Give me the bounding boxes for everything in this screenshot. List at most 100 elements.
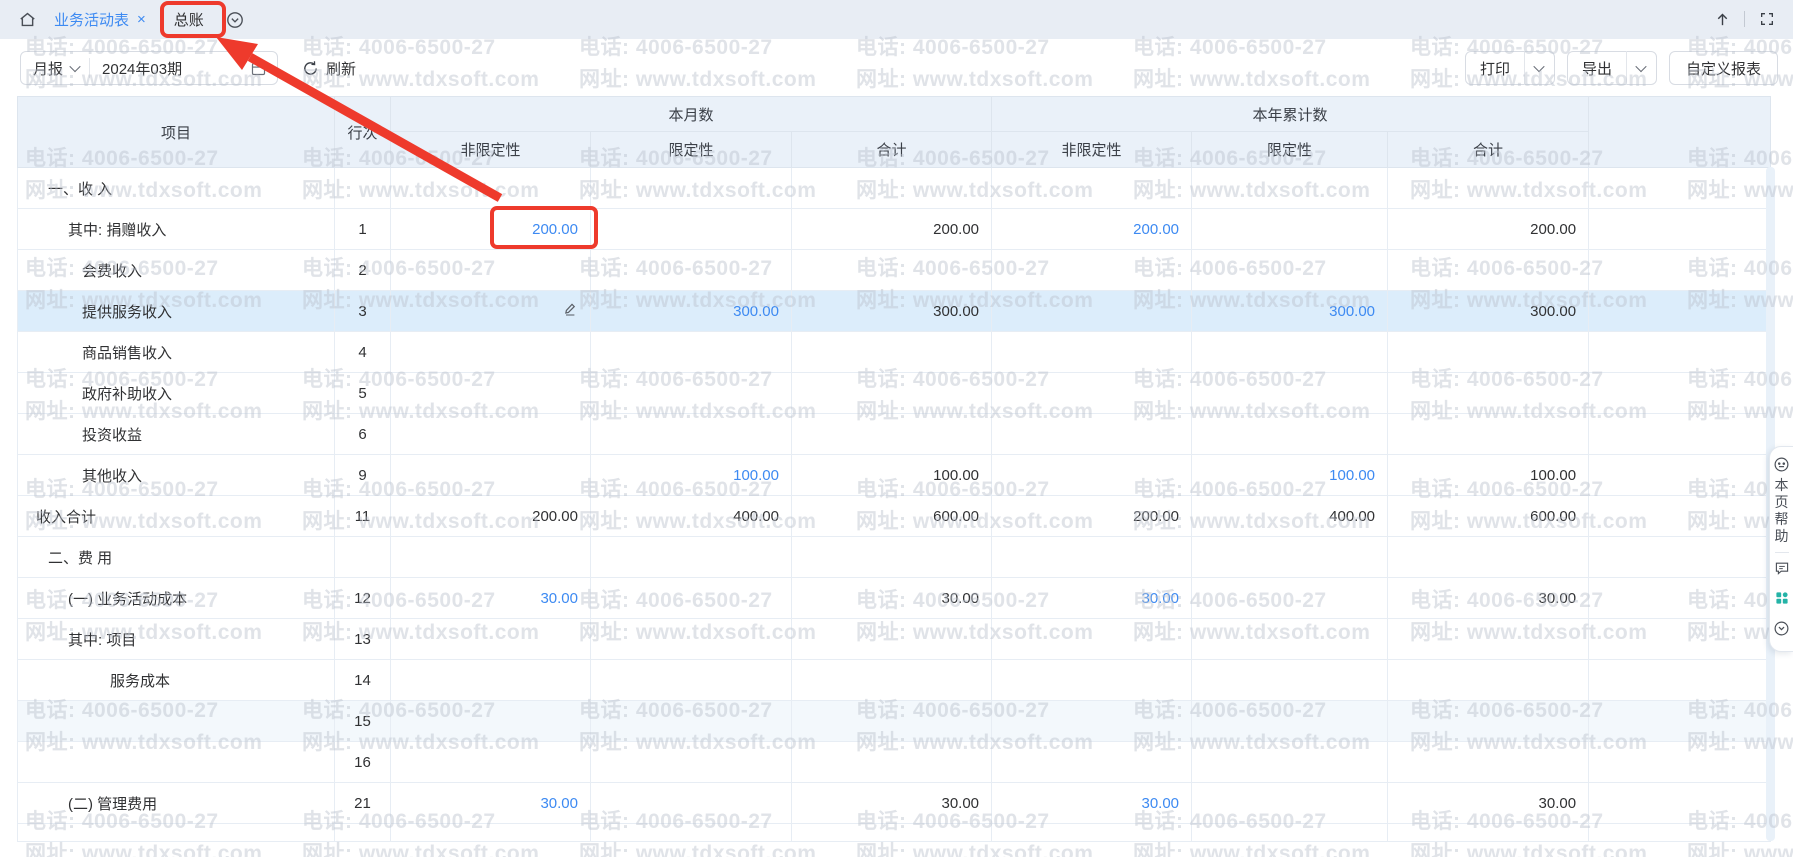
drill-down-value[interactable]: 30.00 bbox=[540, 590, 578, 607]
value-cell bbox=[1192, 619, 1388, 660]
calendar-icon bbox=[250, 60, 267, 77]
chevron-down-icon bbox=[1534, 61, 1545, 72]
window-controls bbox=[1710, 7, 1779, 31]
item-label: (二) 管理费用 bbox=[18, 783, 335, 824]
refresh-button[interactable]: 刷新 bbox=[302, 51, 356, 85]
tab-bar: 业务活动表 × 总账 bbox=[0, 0, 1793, 39]
cell-value: 200.00 bbox=[532, 508, 578, 525]
tab-general-ledger[interactable]: 总账 bbox=[160, 0, 218, 39]
cell-value: 400.00 bbox=[733, 508, 779, 525]
drill-down-value[interactable]: 30.00 bbox=[1141, 795, 1179, 812]
cell-value: 200.00 bbox=[933, 221, 979, 238]
value-cell: 200.00 bbox=[792, 209, 992, 250]
value-cell bbox=[792, 742, 992, 783]
value-cell bbox=[992, 660, 1192, 701]
value-cell: 200.00 bbox=[992, 209, 1192, 250]
value-cell bbox=[792, 373, 992, 414]
cell-value: 30.00 bbox=[1539, 795, 1577, 812]
value-cell bbox=[591, 619, 792, 660]
custom-report-button[interactable]: 自定义报表 bbox=[1669, 51, 1778, 85]
item-label: 商品销售收入 bbox=[18, 332, 335, 373]
value-cell bbox=[391, 455, 591, 496]
filler-cell bbox=[792, 824, 992, 842]
value-cell bbox=[591, 660, 792, 701]
row-number bbox=[335, 168, 391, 209]
export-dropdown-button[interactable] bbox=[1626, 51, 1656, 85]
assistant-button[interactable] bbox=[1773, 455, 1791, 473]
value-cell bbox=[792, 250, 992, 291]
value-cell bbox=[591, 168, 792, 209]
more-button[interactable] bbox=[1773, 619, 1791, 637]
period-date-picker[interactable]: 2024年03期 bbox=[90, 58, 277, 79]
value-cell bbox=[1388, 619, 1589, 660]
filler-cell bbox=[591, 824, 792, 842]
drill-down-value[interactable]: 300.00 bbox=[1329, 303, 1375, 320]
toolbar-actions: 打印 导出 自定义报表 bbox=[1465, 51, 1778, 85]
value-cell bbox=[792, 537, 992, 578]
value-cell bbox=[391, 332, 591, 373]
drill-down-value[interactable]: 30.00 bbox=[540, 795, 578, 812]
value-cell bbox=[391, 291, 591, 332]
fullscreen-button[interactable] bbox=[1755, 7, 1779, 31]
filler-cell bbox=[1589, 742, 1771, 783]
drill-down-value[interactable]: 100.00 bbox=[733, 467, 779, 484]
filler-cell bbox=[1589, 209, 1771, 250]
close-icon[interactable]: × bbox=[137, 11, 146, 28]
table-row: (一) 业务活动成本1230.0030.0030.0030.00 bbox=[18, 578, 1771, 619]
export-button[interactable]: 导出 bbox=[1568, 58, 1626, 79]
filler-cell bbox=[1589, 168, 1771, 209]
chevron-down-icon bbox=[1636, 61, 1647, 72]
tab-history-button[interactable] bbox=[222, 7, 248, 33]
apps-grid-icon bbox=[1774, 590, 1790, 606]
item-label: 一、收 入 bbox=[18, 168, 335, 209]
value-cell bbox=[591, 578, 792, 619]
help-label[interactable]: 本页帮助 bbox=[1774, 477, 1789, 545]
print-button[interactable]: 打印 bbox=[1466, 58, 1524, 79]
header-group-month: 本月数 bbox=[391, 97, 992, 132]
header-group-year: 本年累计数 bbox=[992, 97, 1589, 132]
table-row: 服务成本14 bbox=[18, 660, 1771, 701]
value-cell bbox=[992, 619, 1192, 660]
item-label: 其中: 捐赠收入 bbox=[18, 209, 335, 250]
value-cell bbox=[1192, 250, 1388, 291]
value-cell bbox=[591, 742, 792, 783]
value-cell bbox=[391, 701, 591, 742]
drill-down-value[interactable]: 300.00 bbox=[733, 303, 779, 320]
item-label: 政府补助收入 bbox=[18, 373, 335, 414]
edit-icon[interactable] bbox=[562, 301, 578, 317]
value-cell bbox=[992, 537, 1192, 578]
tab-business-activity[interactable]: 业务活动表 × bbox=[40, 0, 160, 39]
value-cell: 400.00 bbox=[591, 496, 792, 537]
value-cell bbox=[391, 373, 591, 414]
row-number: 4 bbox=[335, 332, 391, 373]
apps-button[interactable] bbox=[1773, 589, 1791, 607]
print-split-button: 打印 bbox=[1465, 51, 1555, 85]
assistant-icon bbox=[1773, 456, 1790, 473]
drill-down-value[interactable]: 200.00 bbox=[1133, 221, 1179, 238]
arrow-up-button[interactable] bbox=[1710, 7, 1734, 31]
period-type-select[interactable]: 月报 bbox=[21, 58, 89, 79]
home-button[interactable] bbox=[14, 7, 40, 33]
chevron-down-icon bbox=[69, 61, 80, 72]
value-cell bbox=[1388, 742, 1589, 783]
print-dropdown-button[interactable] bbox=[1524, 51, 1554, 85]
table-row: 会费收入2 bbox=[18, 250, 1771, 291]
table-row: 其中: 项目13 bbox=[18, 619, 1771, 660]
table-row: 投资收益6 bbox=[18, 414, 1771, 455]
row-number: 1 bbox=[335, 209, 391, 250]
value-cell bbox=[1192, 373, 1388, 414]
feedback-button[interactable] bbox=[1773, 559, 1791, 577]
value-cell: 400.00 bbox=[1192, 496, 1388, 537]
table-row bbox=[18, 824, 1771, 842]
table-row: 15 bbox=[18, 701, 1771, 742]
drill-down-value[interactable]: 30.00 bbox=[1141, 590, 1179, 607]
filler-cell bbox=[1589, 250, 1771, 291]
value-cell bbox=[792, 619, 992, 660]
drill-down-value[interactable]: 200.00 bbox=[532, 221, 578, 238]
value-cell bbox=[992, 373, 1192, 414]
period-control-group: 月报 2024年03期 bbox=[20, 51, 278, 85]
drill-down-value[interactable]: 100.00 bbox=[1329, 467, 1375, 484]
table-row: 其他收入9100.00100.00100.00100.00 bbox=[18, 455, 1771, 496]
row-number: 2 bbox=[335, 250, 391, 291]
value-cell bbox=[591, 414, 792, 455]
